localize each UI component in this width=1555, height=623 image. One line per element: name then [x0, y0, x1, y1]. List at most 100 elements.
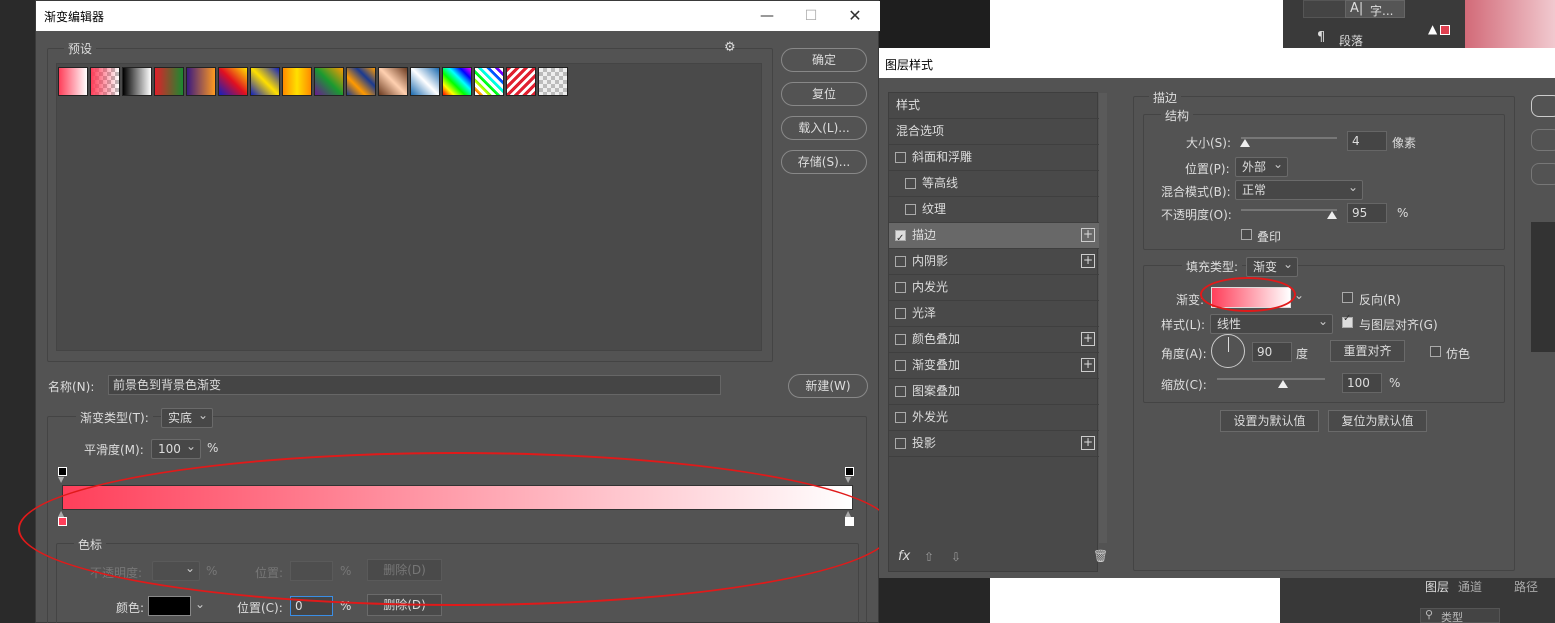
set-default-button[interactable]: 设置为默认值: [1220, 410, 1319, 432]
style-item-outer-glow[interactable]: 外发光: [889, 405, 1099, 431]
chevron-down-icon[interactable]: ⌄: [195, 597, 205, 611]
warning-icon: ▲: [1428, 22, 1438, 36]
arrow-up-icon[interactable]: ⇧: [924, 550, 934, 564]
tab-channels[interactable]: 通道: [1458, 578, 1482, 595]
preset-swatch[interactable]: [410, 67, 440, 96]
preset-swatch[interactable]: [378, 67, 408, 96]
preset-swatch[interactable]: [538, 67, 568, 96]
load-button[interactable]: 载入(L)...: [781, 116, 867, 140]
size-slider[interactable]: [1241, 137, 1337, 139]
checkbox[interactable]: [895, 282, 906, 293]
style-item-stroke[interactable]: 描边+: [889, 223, 1099, 251]
angle-input[interactable]: 90: [1252, 342, 1292, 362]
preset-swatch[interactable]: [442, 67, 472, 96]
blend-mode-select[interactable]: 正常: [1235, 178, 1363, 200]
color-position-label: 位置(C):: [237, 601, 283, 615]
scrollbar[interactable]: [1099, 93, 1107, 543]
checkbox[interactable]: [895, 412, 906, 423]
preset-swatch[interactable]: [186, 67, 216, 96]
dither-checkbox[interactable]: [1430, 346, 1441, 357]
scale-slider-thumb[interactable]: [1278, 380, 1288, 388]
checkbox[interactable]: [895, 256, 906, 267]
style-item-satin[interactable]: 光泽: [889, 301, 1099, 327]
tab-layers[interactable]: 图层: [1425, 578, 1449, 595]
reset-button[interactable]: 复位: [781, 82, 867, 106]
preset-swatch[interactable]: [282, 67, 312, 96]
preset-swatch[interactable]: [346, 67, 376, 96]
opacity-input[interactable]: 95: [1347, 203, 1387, 223]
ok-button[interactable]: 确定: [781, 48, 867, 72]
checkbox[interactable]: [895, 152, 906, 163]
checkbox[interactable]: [895, 360, 906, 371]
style-list-header: 样式: [889, 93, 1099, 119]
preset-swatch[interactable]: [474, 67, 504, 96]
checkbox[interactable]: [895, 226, 906, 251]
opacity-slider-thumb[interactable]: [1327, 211, 1337, 219]
scale-slider[interactable]: [1217, 378, 1325, 380]
fx-icon[interactable]: fx: [898, 549, 910, 564]
ok-button[interactable]: [1531, 95, 1555, 117]
checkbox[interactable]: [905, 204, 916, 215]
add-icon[interactable]: +: [1081, 332, 1095, 346]
checkbox[interactable]: [905, 178, 916, 189]
style-item-blend-options[interactable]: 混合选项: [889, 119, 1099, 145]
reset-default-button[interactable]: 复位为默认值: [1328, 410, 1427, 432]
style-item-inner-shadow[interactable]: 内阴影 +: [889, 249, 1099, 275]
gear-icon[interactable]: ⚙: [724, 40, 736, 55]
layer-filter-input[interactable]: ⚲ 类型: [1420, 608, 1500, 623]
preset-swatch[interactable]: [218, 67, 248, 96]
style-item-drop-shadow[interactable]: 投影 +: [889, 431, 1099, 457]
size-slider-thumb[interactable]: [1240, 139, 1250, 147]
tab-paths[interactable]: 路径: [1514, 578, 1538, 595]
preset-swatch[interactable]: [90, 67, 120, 96]
minimize-icon[interactable]: —: [752, 5, 782, 27]
style-item-texture[interactable]: 纹理: [889, 197, 1099, 223]
preset-swatch[interactable]: [506, 67, 536, 96]
name-input[interactable]: 前景色到背景色渐变: [108, 375, 721, 395]
reset-align-button[interactable]: 重置对齐: [1330, 340, 1405, 362]
style-item-gradient-overlay[interactable]: 渐变叠加 +: [889, 353, 1099, 379]
trash-icon[interactable]: 🗑: [1093, 549, 1108, 563]
new-button[interactable]: 新建(W): [788, 374, 868, 398]
style-item-pattern-overlay[interactable]: 图案叠加: [889, 379, 1099, 405]
reverse-checkbox[interactable]: [1342, 292, 1353, 303]
scale-input[interactable]: 100: [1342, 373, 1382, 393]
size-input[interactable]: 4: [1347, 131, 1387, 151]
position-select[interactable]: 外部: [1235, 155, 1288, 177]
close-icon[interactable]: ✕: [840, 5, 870, 27]
fill-type-select[interactable]: 渐变: [1246, 255, 1298, 277]
preset-swatch[interactable]: [122, 67, 152, 96]
add-icon[interactable]: +: [1081, 254, 1095, 268]
save-button[interactable]: 存储(S)...: [781, 150, 867, 174]
opacity-slider[interactable]: [1241, 209, 1337, 211]
smoothness-select[interactable]: 100: [151, 437, 201, 459]
angle-dial[interactable]: [1211, 334, 1245, 368]
add-icon[interactable]: +: [1081, 436, 1095, 450]
paragraph-label[interactable]: 段落: [1339, 32, 1363, 49]
style-item-contour[interactable]: 等高线: [889, 171, 1099, 197]
new-style-button[interactable]: [1531, 163, 1555, 185]
preset-swatch[interactable]: [314, 67, 344, 96]
maximize-icon[interactable]: ☐: [796, 5, 826, 27]
preset-swatch[interactable]: [58, 67, 88, 96]
style-select[interactable]: 线性: [1210, 312, 1333, 334]
preset-swatch[interactable]: [154, 67, 184, 96]
style-item-bevel[interactable]: 斜面和浮雕: [889, 145, 1099, 171]
checkbox[interactable]: [895, 334, 906, 345]
checkbox[interactable]: [895, 308, 906, 319]
checkbox[interactable]: [895, 438, 906, 449]
character-button[interactable]: A| 字...: [1345, 0, 1405, 18]
thumbnail-preview: [1465, 0, 1555, 48]
preset-swatch[interactable]: [250, 67, 280, 96]
add-icon[interactable]: +: [1081, 228, 1095, 242]
cancel-button[interactable]: [1531, 129, 1555, 151]
add-icon[interactable]: +: [1081, 358, 1095, 372]
style-item-color-overlay[interactable]: 颜色叠加 +: [889, 327, 1099, 353]
arrow-down-icon[interactable]: ⇩: [951, 550, 961, 564]
stop-color-swatch[interactable]: [148, 596, 191, 616]
overprint-checkbox[interactable]: [1241, 229, 1252, 240]
checkbox[interactable]: [895, 386, 906, 397]
style-item-inner-glow[interactable]: 内发光: [889, 275, 1099, 301]
gradient-type-select[interactable]: 实底: [161, 406, 213, 428]
align-checkbox[interactable]: [1342, 313, 1353, 328]
